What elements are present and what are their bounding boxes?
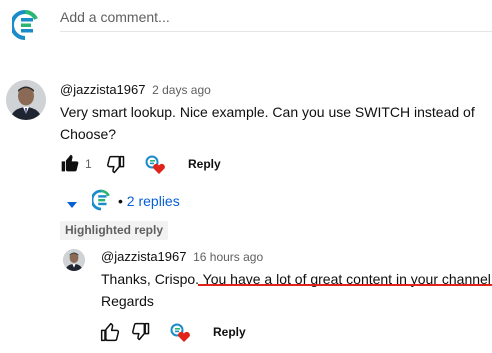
- reply-avatar[interactable]: [63, 249, 85, 271]
- thumbs-down-icon[interactable]: [131, 322, 151, 347]
- replies-bullet: •: [118, 193, 123, 209]
- reply-button[interactable]: Reply: [188, 157, 221, 171]
- channel-logo-icon: [90, 189, 110, 216]
- replies-toggle[interactable]: • 2 replies: [118, 193, 180, 209]
- avatar[interactable]: [6, 80, 46, 120]
- comment-meta: @jazzista1967 2 days ago: [60, 82, 211, 97]
- add-comment-input[interactable]: Add a comment...: [60, 8, 492, 32]
- reply-reply-button[interactable]: Reply: [213, 325, 246, 339]
- like-count: 1: [85, 157, 92, 171]
- comment-text-line-2: Choose?: [60, 126, 117, 142]
- replies-toggle-label: 2 replies: [126, 193, 180, 209]
- red-underline-annotation: [198, 284, 492, 286]
- highlighted-reply-badge: Highlighted reply: [60, 221, 169, 240]
- thumbs-up-icon[interactable]: [60, 153, 80, 178]
- thumbs-up-icon[interactable]: [100, 322, 120, 347]
- creator-heart-icon: [145, 155, 165, 175]
- reply-text: Thanks, Crispo. You have a lot of great …: [101, 268, 492, 312]
- reply-text-line-1: Thanks, Crispo. You have a lot of great …: [101, 268, 492, 290]
- reply-text-plain: Thanks, Crispo.: [101, 271, 203, 287]
- reply-text-line-2: Regards: [101, 293, 154, 309]
- comment-text-line-1: Very smart lookup. Nice example. Can you…: [60, 104, 475, 120]
- reply-time[interactable]: 16 hours ago: [193, 250, 263, 264]
- channel-logo-icon: [10, 9, 38, 40]
- comment-author[interactable]: @jazzista1967: [60, 82, 145, 97]
- thumbs-down-icon[interactable]: [106, 155, 126, 180]
- caret-down-icon[interactable]: [66, 197, 78, 215]
- reply-meta: @jazzista1967 16 hours ago: [101, 249, 263, 264]
- reply-author[interactable]: @jazzista1967: [101, 249, 186, 264]
- comment-text: Very smart lookup. Nice example. Can you…: [60, 101, 490, 145]
- creator-heart-icon: [170, 323, 190, 343]
- add-comment-placeholder: Add a comment...: [60, 9, 170, 25]
- comment-time[interactable]: 2 days ago: [152, 83, 211, 97]
